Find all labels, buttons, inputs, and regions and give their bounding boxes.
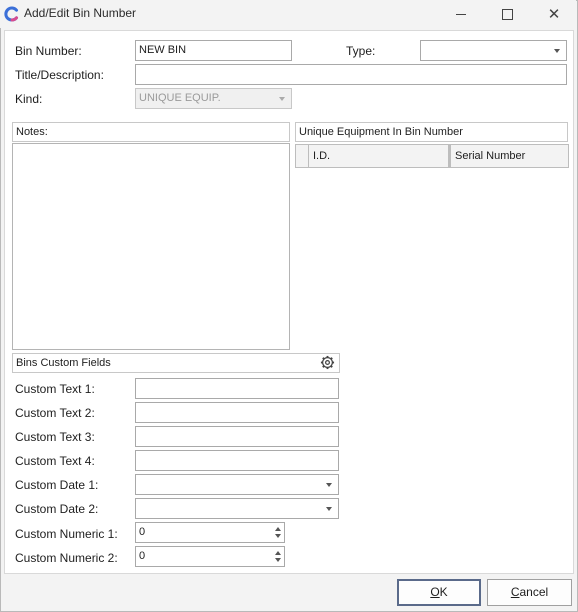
app-logo-icon <box>4 6 18 22</box>
ok-button-mnemonic: O <box>430 585 440 599</box>
equipment-grid-header: I.D. Serial Number <box>295 144 569 168</box>
kind-combobox: UNIQUE EQUIP. <box>135 88 292 109</box>
custom-numeric-2-label: Custom Numeric 2: <box>15 551 118 565</box>
chevron-down-icon <box>326 507 332 511</box>
title-bar[interactable]: Add/Edit Bin Number ✕ <box>0 0 576 28</box>
type-combobox[interactable] <box>420 40 567 61</box>
custom-numeric-1-label: Custom Numeric 1: <box>15 527 118 541</box>
custom-date-1-label: Custom Date 1: <box>15 478 99 492</box>
custom-text-4-label: Custom Text 4: <box>15 454 95 468</box>
custom-text-1-label: Custom Text 1: <box>15 382 95 396</box>
custom-text-2-label: Custom Text 2: <box>15 406 95 420</box>
ok-button-label: K <box>439 585 448 599</box>
cancel-button[interactable]: Cancel <box>487 579 572 606</box>
kind-value: UNIQUE EQUIP. <box>139 92 221 104</box>
spin-up-icon[interactable] <box>275 527 281 531</box>
row-selector-header <box>296 145 309 167</box>
close-button[interactable]: ✕ <box>531 0 577 28</box>
spin-down-icon[interactable] <box>275 558 281 562</box>
close-icon: ✕ <box>547 6 561 23</box>
chevron-down-icon <box>279 97 285 101</box>
bin-number-label: Bin Number: <box>15 44 82 58</box>
cancel-button-label: ancel <box>519 585 549 599</box>
custom-text-2-input[interactable] <box>135 402 339 423</box>
window-title: Add/Edit Bin Number <box>24 6 137 20</box>
notes-textarea[interactable] <box>12 143 290 350</box>
custom-numeric-2-value: 0 <box>139 550 146 562</box>
chevron-down-icon <box>554 49 560 53</box>
custom-numeric-1-stepper[interactable]: 0 <box>135 522 285 543</box>
custom-date-2-picker[interactable] <box>135 498 339 519</box>
column-header-id[interactable]: I.D. <box>309 145 449 167</box>
custom-fields-title: Bins Custom Fields <box>16 357 111 369</box>
minimize-button[interactable] <box>438 0 484 28</box>
custom-text-1-input[interactable] <box>135 378 339 399</box>
chevron-down-icon <box>326 483 332 487</box>
custom-date-2-label: Custom Date 2: <box>15 502 99 516</box>
custom-text-3-label: Custom Text 3: <box>15 430 95 444</box>
custom-date-1-picker[interactable] <box>135 474 339 495</box>
custom-fields-header: Bins Custom Fields <box>12 353 340 373</box>
bin-number-input[interactable]: NEW BIN <box>135 40 292 61</box>
gear-icon[interactable] <box>320 355 335 370</box>
maximize-button[interactable] <box>484 0 530 28</box>
equipment-header: Unique Equipment In Bin Number <box>295 122 568 142</box>
custom-text-3-input[interactable] <box>135 426 339 447</box>
ok-button[interactable]: OK <box>397 579 481 606</box>
custom-numeric-2-stepper[interactable]: 0 <box>135 546 285 567</box>
type-label: Type: <box>346 44 376 58</box>
spin-down-icon[interactable] <box>275 534 281 538</box>
minimize-icon <box>456 13 466 15</box>
notes-header: Notes: <box>12 122 290 142</box>
maximize-icon <box>501 8 513 20</box>
custom-numeric-1-value: 0 <box>139 526 146 538</box>
kind-label: Kind: <box>15 92 43 106</box>
title-description-input[interactable] <box>135 64 567 85</box>
spin-up-icon[interactable] <box>275 551 281 555</box>
column-header-serial-number[interactable]: Serial Number <box>451 145 570 167</box>
title-description-label: Title/Description: <box>15 68 104 82</box>
custom-text-4-input[interactable] <box>135 450 339 471</box>
